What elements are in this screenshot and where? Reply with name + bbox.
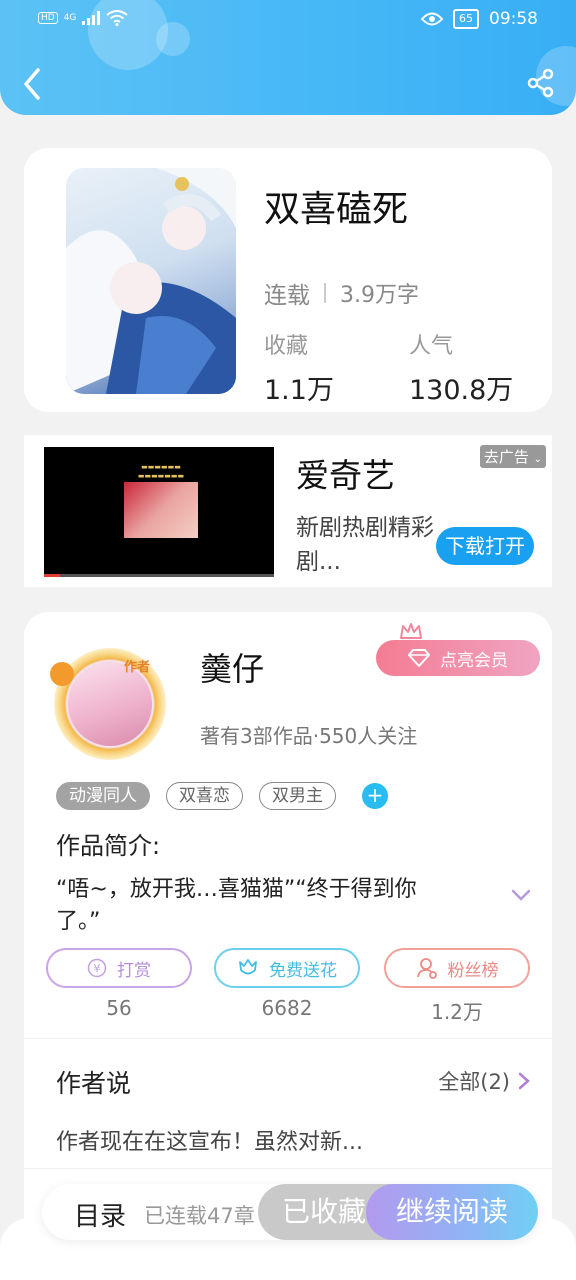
- ad-video-caption: ▬▬▬▬▬▬ ▬▬▬▬▬▬▬: [137, 463, 185, 480]
- reward-button[interactable]: ¥ 打赏: [46, 948, 192, 988]
- add-tag-button[interactable]: +: [362, 783, 388, 809]
- fan-ranking-count: 1.2万: [431, 1000, 483, 1024]
- bottom-action-bar: 目录 已连载47章 已收藏 继续阅读: [42, 1184, 538, 1240]
- tag-list: 动漫同人 双喜恋 双男主 +: [56, 782, 388, 810]
- share-button[interactable]: [526, 68, 556, 98]
- chevron-left-icon: [24, 68, 40, 100]
- flower-count: 6682: [261, 996, 313, 1020]
- book-title: 双喜磕死: [264, 189, 409, 230]
- status-left: HD 4G: [38, 10, 129, 26]
- popularity-label: 人气: [409, 334, 454, 359]
- serial-status: 连载: [264, 283, 310, 309]
- chevron-down-icon: ⌄: [533, 454, 542, 465]
- divider: [324, 283, 326, 303]
- yen-coin-icon: ¥: [87, 958, 107, 978]
- ad-video-progress: [44, 574, 274, 577]
- tag[interactable]: 双喜恋: [166, 782, 243, 810]
- fan-ranking-label: 粉丝榜: [447, 960, 499, 981]
- top-header: HD 4G 65 09:58: [0, 0, 576, 115]
- fan-ranking-icon: [416, 958, 437, 979]
- vip-button[interactable]: 点亮会员: [376, 640, 540, 676]
- fan-ranking-button[interactable]: 粉丝榜: [384, 948, 530, 988]
- remove-ad-label: 去广告: [483, 448, 529, 466]
- collect-label: 收藏: [264, 334, 309, 359]
- author-says-text[interactable]: 作者现在在这宣布！虽然对新...: [56, 1124, 363, 1156]
- author-meta: 著有3部作品·550人关注: [200, 724, 418, 748]
- send-flower-button[interactable]: 免费送花: [214, 948, 360, 988]
- reward-label: 打赏: [117, 960, 151, 981]
- intro-title: 作品简介:: [56, 832, 161, 860]
- author-says-title: 作者说: [56, 1069, 132, 1098]
- expand-intro-button[interactable]: [510, 884, 532, 906]
- hd-icon: HD: [38, 12, 58, 24]
- book-info-card: 双喜磕死 连载 3.9万字 收藏 1.1万 人气 130.8万: [24, 148, 552, 412]
- divider: [24, 1038, 552, 1039]
- intro-text: “唔~，放开我…喜猫猫”“终于得到你了。”: [56, 877, 417, 934]
- divider: [24, 1168, 552, 1169]
- flower-label: 免费送花: [269, 960, 337, 981]
- share-icon: [527, 68, 554, 98]
- popularity-value: 130.8万: [409, 375, 514, 406]
- svg-text:¥: ¥: [94, 962, 101, 975]
- crown-icon: [400, 623, 422, 639]
- ad-title: 爱奇艺: [296, 456, 395, 495]
- flower-icon: [239, 959, 257, 975]
- ad-video[interactable]: ▬▬▬▬▬▬ ▬▬▬▬▬▬▬: [44, 447, 274, 577]
- author-says-all-link[interactable]: 全部(2): [438, 1066, 530, 1096]
- chevron-right-icon: [518, 1072, 530, 1090]
- clock: 09:58: [489, 9, 538, 29]
- chapter-count: 已连载47章: [144, 1204, 255, 1228]
- status-right: 65 09:58: [421, 9, 538, 29]
- action-row: ¥ 打赏 56 免费送花 6682 粉丝榜 1.2万: [24, 948, 552, 1028]
- back-button[interactable]: [18, 64, 48, 104]
- vip-label: 点亮会员: [440, 650, 508, 671]
- author-says-all-label: 全部(2): [438, 1070, 510, 1094]
- wifi-icon: [106, 10, 129, 26]
- word-count: 3.9万字: [340, 283, 419, 308]
- book-status-row: 连载 3.9万字: [264, 276, 419, 310]
- diamond-icon: [408, 649, 430, 667]
- signal-icon: [82, 11, 101, 25]
- network-label: 4G: [63, 13, 77, 23]
- toc-button[interactable]: 目录: [74, 1196, 126, 1233]
- reward-count: 56: [106, 996, 132, 1020]
- status-bar: HD 4G 65 09:58: [0, 0, 576, 40]
- tag[interactable]: 动漫同人: [56, 782, 150, 810]
- eye-icon: [421, 12, 443, 26]
- collect-value: 1.1万: [264, 375, 334, 406]
- book-cover[interactable]: [66, 168, 236, 394]
- chevron-down-icon: [511, 889, 531, 901]
- author-avatar[interactable]: 作者: [40, 642, 186, 760]
- ad-download-button[interactable]: 下载打开: [436, 527, 534, 565]
- author-card: 作者 羹仔 点亮会员 著有3部作品·550人关注 动漫同人 双喜恋 双男主 + …: [24, 612, 552, 1252]
- cover-illustration: [66, 168, 236, 394]
- ad-banner[interactable]: ▬▬▬▬▬▬ ▬▬▬▬▬▬▬ 爱奇艺 新剧热剧精彩剧... 去广告 ⌄ 下载打开: [24, 435, 552, 587]
- continue-reading-button[interactable]: 继续阅读: [366, 1184, 538, 1240]
- tag[interactable]: 双男主: [259, 782, 336, 810]
- ad-description: 新剧热剧精彩剧...: [296, 515, 434, 575]
- orange-decor-icon: [50, 662, 74, 686]
- remove-ad-button[interactable]: 去广告 ⌄: [479, 445, 546, 468]
- ad-video-thumbnail: [124, 482, 198, 538]
- author-name[interactable]: 羹仔: [200, 644, 264, 690]
- author-badge: 作者: [124, 660, 151, 675]
- battery-icon: 65: [453, 9, 479, 29]
